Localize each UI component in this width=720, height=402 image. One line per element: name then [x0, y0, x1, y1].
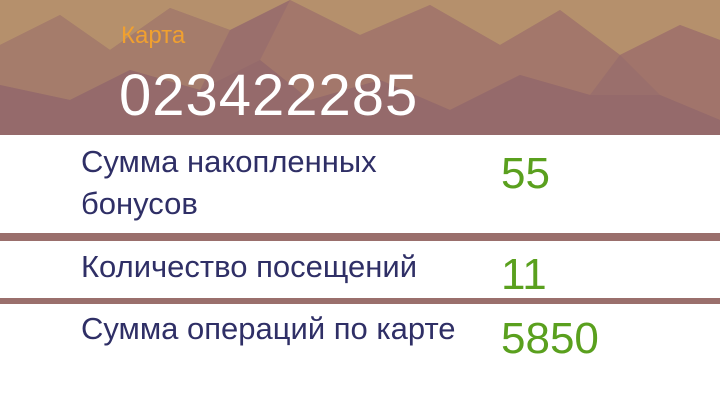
card-number: 023422285	[119, 63, 419, 128]
operations-value: 5850	[501, 314, 599, 363]
card-label: Карта	[121, 22, 186, 49]
bonus-label: Сумма накопленных бонусов	[81, 144, 377, 221]
stat-row-operations: Сумма операций по карте 5850	[0, 304, 720, 402]
card-header: Карта 023422285	[0, 0, 720, 135]
operations-label: Сумма операций по карте	[81, 311, 456, 346]
visits-value: 11	[501, 250, 547, 299]
visits-label: Количество посещений	[81, 249, 418, 284]
stat-row-bonus: Сумма накопленных бонусов 55	[0, 135, 720, 233]
stat-row-visits: Количество посещений 11	[0, 241, 720, 299]
bonus-value: 55	[501, 149, 550, 198]
